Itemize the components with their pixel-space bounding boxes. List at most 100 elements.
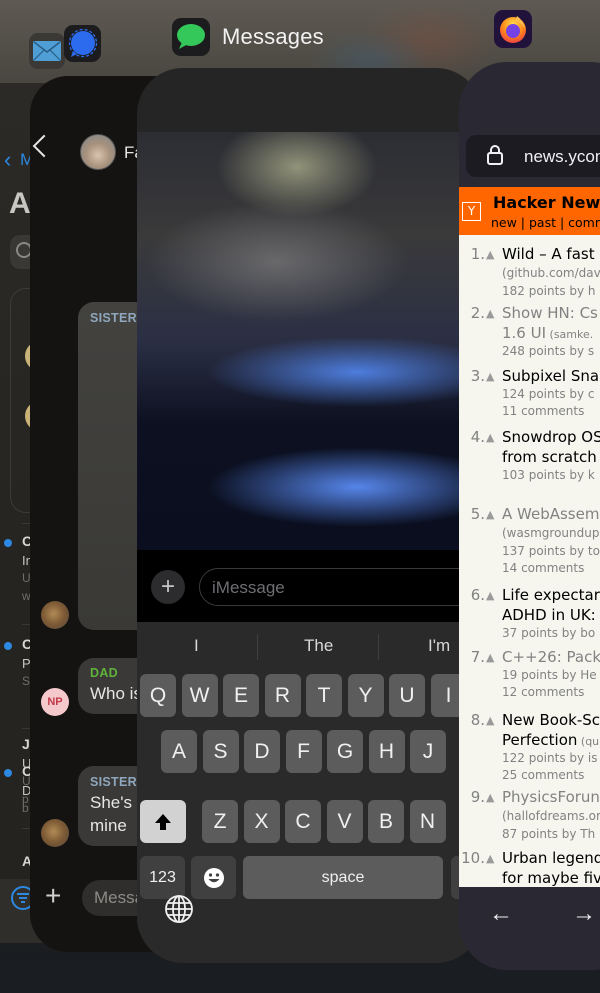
story-site[interactable]: (hallofdreams.org bbox=[502, 809, 600, 823]
forward-arrow-icon[interactable]: → bbox=[572, 900, 596, 928]
firefox-app-icon[interactable] bbox=[494, 10, 532, 48]
mail-app-icon[interactable] bbox=[29, 33, 65, 69]
story-title-text[interactable]: Wild – A fast bbox=[502, 245, 595, 263]
story-site[interactable]: (github.com/davi bbox=[502, 266, 600, 280]
apps-plus-button[interactable]: + bbox=[151, 570, 185, 604]
upvote-arrow-icon[interactable]: ▲ bbox=[486, 370, 494, 383]
story-title[interactable]: PhysicsForun bbox=[502, 788, 600, 806]
story-title-text[interactable]: PhysicsForun bbox=[502, 788, 600, 806]
story-title[interactable]: Wild – A fast bbox=[502, 245, 595, 263]
key-u[interactable]: U bbox=[389, 674, 425, 717]
upvote-arrow-icon[interactable]: ▲ bbox=[486, 714, 494, 727]
key-t[interactable]: T bbox=[306, 674, 342, 717]
back-chevron-icon[interactable] bbox=[32, 134, 56, 158]
key-j[interactable]: J bbox=[410, 730, 446, 773]
site-title[interactable]: Hacker News bbox=[493, 193, 600, 212]
story-title[interactable]: New Book-Sc bbox=[502, 711, 600, 729]
story-title-text[interactable]: Perfection bbox=[502, 731, 577, 749]
story-title-text[interactable]: C++26: Pack bbox=[502, 648, 600, 666]
comments-link[interactable]: 11 comments bbox=[502, 404, 584, 418]
key-e[interactable]: E bbox=[223, 674, 259, 717]
hn-logo[interactable]: Y bbox=[462, 202, 481, 221]
story-title[interactable]: Show HN: Cs bbox=[502, 304, 598, 322]
story-title-text[interactable]: for maybe fiv bbox=[502, 869, 600, 887]
story-title-text[interactable]: Urban legend bbox=[502, 849, 600, 867]
address-bar[interactable]: news.ycom bbox=[466, 135, 600, 177]
story-title-text[interactable]: Life expectar bbox=[502, 586, 600, 604]
story-title[interactable]: Snowdrop OS bbox=[502, 428, 600, 446]
upvote-arrow-icon[interactable]: ▲ bbox=[486, 307, 494, 320]
key-x[interactable]: X bbox=[243, 800, 280, 843]
story-title-text[interactable]: from scratch bbox=[502, 448, 597, 466]
story-site[interactable]: (samke. bbox=[550, 328, 594, 341]
firefox-app-card[interactable]: news.ycom Y Hacker News new | past | com… bbox=[459, 62, 600, 970]
comments-link[interactable]: 12 comments bbox=[502, 685, 584, 699]
divider bbox=[257, 634, 258, 660]
story-title-text[interactable]: New Book-Sc bbox=[502, 711, 600, 729]
story-title-text[interactable]: A WebAssem bbox=[502, 505, 599, 523]
site-nav[interactable]: new | past | comm bbox=[491, 215, 600, 230]
key-y[interactable]: Y bbox=[347, 674, 384, 717]
sister-avatar[interactable] bbox=[41, 819, 69, 847]
key-d[interactable]: D bbox=[244, 730, 280, 773]
globe-icon[interactable] bbox=[164, 894, 194, 924]
story-title[interactable]: A WebAssem bbox=[502, 505, 599, 523]
key-b[interactable]: B bbox=[368, 800, 404, 843]
key-a[interactable]: A bbox=[161, 730, 197, 773]
key-g[interactable]: G bbox=[327, 730, 363, 773]
key-q[interactable]: Q bbox=[140, 674, 176, 717]
upvote-arrow-icon[interactable]: ▲ bbox=[486, 852, 494, 865]
story-meta: 137 points by to bbox=[502, 544, 600, 558]
story-title[interactable]: ADHD in UK: bbox=[502, 606, 596, 624]
story-title[interactable]: Subpixel Sna bbox=[502, 367, 599, 385]
sister-avatar[interactable] bbox=[41, 601, 69, 629]
dad-avatar[interactable]: NP bbox=[41, 688, 69, 716]
story-title-text[interactable]: 1.6 UI bbox=[502, 324, 546, 342]
story-title-text[interactable]: ADHD in UK: bbox=[502, 606, 596, 624]
messages-app-icon[interactable] bbox=[172, 18, 210, 56]
suggestion[interactable]: The bbox=[304, 636, 333, 656]
shift-key[interactable] bbox=[140, 800, 186, 843]
key-z[interactable]: Z bbox=[202, 800, 238, 843]
story-title[interactable]: Urban legend bbox=[502, 849, 600, 867]
key-s[interactable]: S bbox=[202, 730, 239, 773]
story-title-text[interactable]: Snowdrop OS bbox=[502, 428, 600, 446]
space-key[interactable]: space bbox=[243, 856, 443, 899]
story-title[interactable]: from scratch (sebastianmihai.c bbox=[502, 448, 600, 466]
comments-link[interactable]: 25 comments bbox=[502, 768, 584, 782]
story-site[interactable]: (wasmgroundup.c bbox=[502, 526, 600, 540]
signal-app-icon[interactable] bbox=[64, 25, 101, 62]
key-h[interactable]: H bbox=[368, 730, 405, 773]
upvote-arrow-icon[interactable]: ▲ bbox=[486, 508, 494, 521]
upvote-arrow-icon[interactable]: ▲ bbox=[486, 248, 494, 261]
key-n[interactable]: N bbox=[409, 800, 446, 843]
upvote-arrow-icon[interactable]: ▲ bbox=[486, 651, 494, 664]
suggestion[interactable]: I bbox=[194, 636, 199, 656]
key-w[interactable]: W bbox=[181, 674, 218, 717]
story-title[interactable]: Perfection (qu bbox=[502, 731, 599, 749]
suggestion[interactable]: I'm bbox=[428, 636, 450, 656]
back-arrow-icon[interactable]: ← bbox=[489, 900, 513, 928]
story-title[interactable]: 1.6 UI (samke. bbox=[502, 324, 593, 342]
key-c[interactable]: C bbox=[285, 800, 321, 843]
story-title[interactable]: for maybe fiv bbox=[502, 869, 600, 887]
story-site[interactable]: (qu bbox=[581, 735, 599, 748]
numbers-key[interactable]: 123 bbox=[140, 856, 185, 899]
comments-link[interactable]: 14 comments bbox=[502, 561, 584, 575]
imessage-input[interactable]: iMessage bbox=[199, 568, 482, 606]
messages-app-card[interactable]: + iMessage I The I'm QWERTYUI ASDFGHJ ZX… bbox=[137, 68, 482, 963]
group-avatar[interactable] bbox=[80, 134, 116, 170]
emoji-key[interactable] bbox=[191, 856, 236, 899]
story-title-text[interactable]: Subpixel Sna bbox=[502, 367, 599, 385]
attach-plus-icon[interactable]: + bbox=[45, 882, 61, 910]
upvote-arrow-icon[interactable]: ▲ bbox=[486, 589, 494, 602]
story-title-text[interactable]: Show HN: Cs bbox=[502, 304, 598, 322]
back-chevron-icon[interactable]: ‹ bbox=[4, 147, 11, 173]
upvote-arrow-icon[interactable]: ▲ bbox=[486, 791, 494, 804]
story-title[interactable]: C++26: Pack bbox=[502, 648, 600, 666]
upvote-arrow-icon[interactable]: ▲ bbox=[486, 431, 494, 444]
story-title[interactable]: Life expectar bbox=[502, 586, 600, 604]
key-v[interactable]: V bbox=[326, 800, 363, 843]
key-f[interactable]: F bbox=[285, 730, 322, 773]
key-r[interactable]: R bbox=[264, 674, 301, 717]
